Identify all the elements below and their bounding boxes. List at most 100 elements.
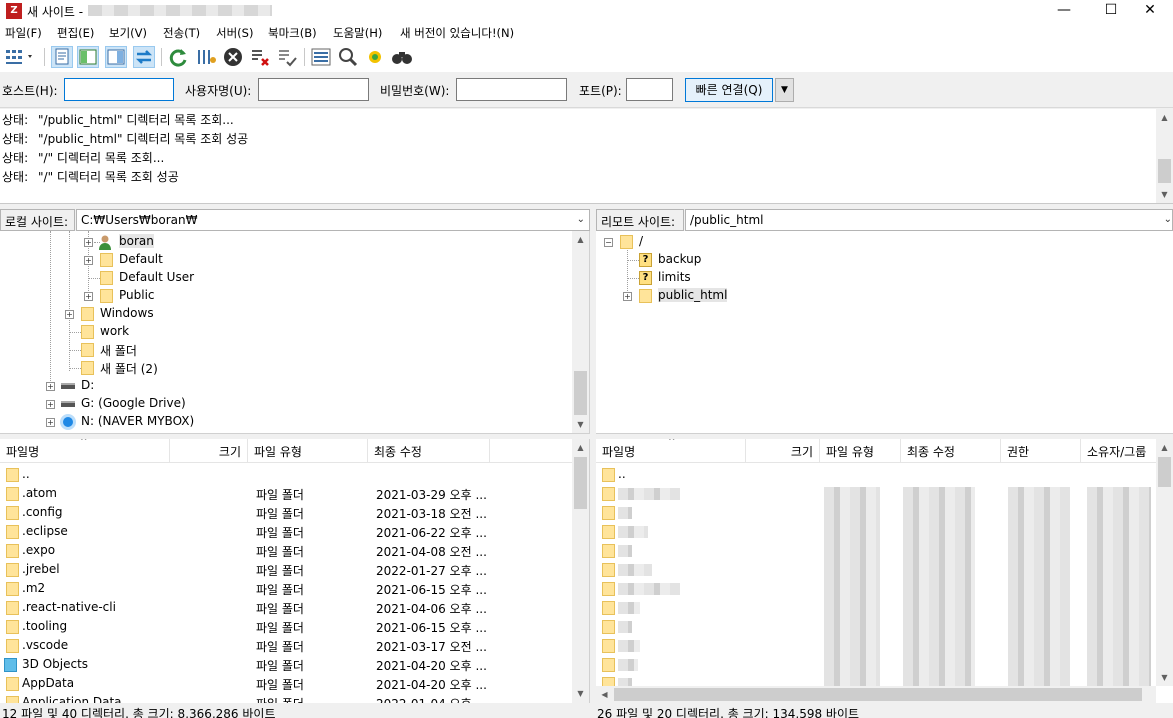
remote-site-bar: 리모트 사이트: /public_html ⌄ xyxy=(596,209,1173,231)
remote-list-scrollbar[interactable]: ▲ ▼ xyxy=(1156,439,1173,686)
toggle-transfer-queue-icon[interactable] xyxy=(133,46,155,68)
cancel-operation-icon[interactable] xyxy=(222,46,244,68)
folder-icon xyxy=(6,639,19,653)
port-label: 포트(P): xyxy=(579,84,622,98)
file-row[interactable]: .eclipse 파일 폴더 2021-06-22 오후 ... xyxy=(0,522,572,541)
close-button[interactable]: ✕ xyxy=(1127,0,1173,22)
scroll-thumb[interactable] xyxy=(574,457,587,509)
file-row[interactable]: .. xyxy=(596,465,1156,484)
password-input[interactable] xyxy=(456,78,567,101)
process-queue-icon[interactable] xyxy=(195,46,217,68)
menu-file[interactable]: 파일(F) xyxy=(5,25,42,41)
scroll-left-icon[interactable]: ◀ xyxy=(596,686,613,703)
local-file-list: 파일명 ^ 크기 파일 유형 최종 수정 .. .atom 파일 폴더 2021… xyxy=(0,439,590,703)
file-row[interactable]: .atom 파일 폴더 2021-03-29 오후 ... xyxy=(0,484,572,503)
chevron-down-icon[interactable]: ⌄ xyxy=(1164,214,1172,225)
file-row[interactable]: .jrebel 파일 폴더 2022-01-27 오후 ... xyxy=(0,560,572,579)
quickconnect-button[interactable]: 빠른 연결(Q) xyxy=(685,78,773,102)
menu-view[interactable]: 보기(V) xyxy=(109,25,147,41)
quick-connect-bar: 호스트(H): 사용자명(U): 비밀번호(W): 포트(P): 빠른 연결(Q… xyxy=(0,72,1173,108)
folder-icon xyxy=(81,307,94,321)
unknown-folder-icon: ? xyxy=(639,253,652,267)
remote-list-hscrollbar[interactable]: ◀ xyxy=(596,686,1156,703)
filezilla-logo-icon: Z xyxy=(6,3,22,19)
scroll-down-icon[interactable]: ▼ xyxy=(572,416,589,433)
menu-transfer[interactable]: 전송(T) xyxy=(163,25,200,41)
file-row[interactable]: .. xyxy=(0,465,572,484)
file-row[interactable]: .tooling 파일 폴더 2021-06-15 오후 ... xyxy=(0,617,572,636)
file-row[interactable]: 3D Objects 파일 폴더 2021-04-20 오후 ... xyxy=(0,655,572,674)
menu-help[interactable]: 도움말(H) xyxy=(333,25,382,41)
local-status: 12 파일 및 40 디렉터리. 총 크기: 8,366,286 바이트 xyxy=(2,707,276,718)
folder-icon xyxy=(6,468,19,482)
menu-new-version[interactable]: 새 버전이 있습니다!(N) xyxy=(400,25,514,41)
file-row[interactable]: Application Data 파일 폴더 2022-01-04 오후 ... xyxy=(0,693,572,703)
local-site-bar: 로컬 사이트: C:₩Users₩boran₩ ⌄ xyxy=(0,209,590,231)
refresh-icon[interactable] xyxy=(167,46,189,68)
disconnect-icon[interactable] xyxy=(249,46,271,68)
remote-path-input[interactable]: /public_html ⌄ xyxy=(685,209,1173,231)
compare-directories-icon[interactable] xyxy=(337,46,359,68)
port-input[interactable] xyxy=(626,78,673,101)
local-directory-tree: + boran + Default Default User + Public … xyxy=(0,231,590,434)
password-label: 비밀번호(W): xyxy=(380,84,450,98)
scroll-down-icon[interactable]: ▼ xyxy=(1156,186,1173,203)
column-header-permissions[interactable]: 권한 xyxy=(1001,439,1081,463)
folder-icon xyxy=(6,563,19,577)
column-header-modified[interactable]: 최종 수정 xyxy=(368,439,490,463)
column-header-size[interactable]: 크기 xyxy=(170,439,248,463)
host-label: 호스트(H): xyxy=(2,84,58,98)
file-row[interactable]: .react-native-cli 파일 폴더 2021-04-06 오후 ..… xyxy=(0,598,572,617)
local-list-scrollbar[interactable]: ▲ ▼ xyxy=(572,439,589,703)
scroll-thumb[interactable] xyxy=(614,688,1142,701)
directory-filter-icon[interactable] xyxy=(310,46,332,68)
folder-icon xyxy=(81,325,94,339)
site-manager-icon[interactable] xyxy=(4,46,32,68)
scroll-up-icon[interactable]: ▲ xyxy=(1156,439,1173,456)
scroll-thumb[interactable] xyxy=(1158,457,1171,487)
minimize-button[interactable]: — xyxy=(1041,0,1087,22)
scroll-thumb[interactable] xyxy=(574,371,587,415)
menu-bookmarks[interactable]: 북마크(B) xyxy=(268,25,317,41)
folder-icon xyxy=(602,468,615,482)
toggle-remote-tree-icon[interactable] xyxy=(105,46,127,68)
scroll-down-icon[interactable]: ▼ xyxy=(572,685,589,702)
toggle-message-log-icon[interactable] xyxy=(51,46,73,68)
toggle-local-tree-icon[interactable] xyxy=(77,46,99,68)
column-header-type[interactable]: 파일 유형 xyxy=(248,439,368,463)
window-title: 새 사이트 - xyxy=(27,5,84,19)
file-row[interactable]: .vscode 파일 폴더 2021-03-17 오전 ... xyxy=(0,636,572,655)
reconnect-icon[interactable] xyxy=(276,46,298,68)
menu-server[interactable]: 서버(S) xyxy=(216,25,253,41)
search-remote-files-icon[interactable] xyxy=(391,46,413,68)
local-path-input[interactable]: C:₩Users₩boran₩ ⌄ xyxy=(76,209,590,231)
file-row[interactable]: .config 파일 폴더 2021-03-18 오전 ... xyxy=(0,503,572,522)
scroll-up-icon[interactable]: ▲ xyxy=(572,231,589,248)
chevron-down-icon[interactable]: ⌄ xyxy=(577,214,585,225)
file-row[interactable]: .expo 파일 폴더 2021-04-08 오전 ... xyxy=(0,541,572,560)
synchronized-browsing-icon[interactable] xyxy=(364,46,386,68)
log-scrollbar[interactable]: ▲ ▼ xyxy=(1156,109,1173,203)
folder-icon xyxy=(81,343,94,357)
scroll-down-icon[interactable]: ▼ xyxy=(1156,669,1173,686)
local-tree-scrollbar[interactable]: ▲ ▼ xyxy=(572,231,589,433)
folder-icon xyxy=(100,271,113,285)
sort-ascending-icon: ^ xyxy=(80,439,88,447)
file-row[interactable]: AppData 파일 폴더 2021-04-20 오후 ... xyxy=(0,674,572,693)
folder-icon xyxy=(6,601,19,615)
remote-directory-tree: − / ? backup ? limits + public_html xyxy=(596,231,1173,434)
scroll-up-icon[interactable]: ▲ xyxy=(572,439,589,456)
folder-icon xyxy=(6,506,19,520)
folder-icon xyxy=(6,544,19,558)
menu-edit[interactable]: 편집(E) xyxy=(57,25,94,41)
file-row[interactable]: .m2 파일 폴더 2021-06-15 오후 ... xyxy=(0,579,572,598)
remote-file-list: 파일명 ^ 크기 파일 유형 최종 수정 권한 소유자/그룹 .. ▲ ▼ ◀ xyxy=(596,439,1173,703)
column-header-size[interactable]: 크기 xyxy=(746,439,820,463)
username-input[interactable] xyxy=(258,78,369,101)
scroll-up-icon[interactable]: ▲ xyxy=(1156,109,1173,126)
host-input[interactable] xyxy=(64,78,174,101)
column-header-type[interactable]: 파일 유형 xyxy=(820,439,901,463)
column-header-modified[interactable]: 최종 수정 xyxy=(901,439,1001,463)
quickconnect-dropdown-icon[interactable]: ▼ xyxy=(775,78,794,102)
scroll-thumb[interactable] xyxy=(1158,159,1171,183)
